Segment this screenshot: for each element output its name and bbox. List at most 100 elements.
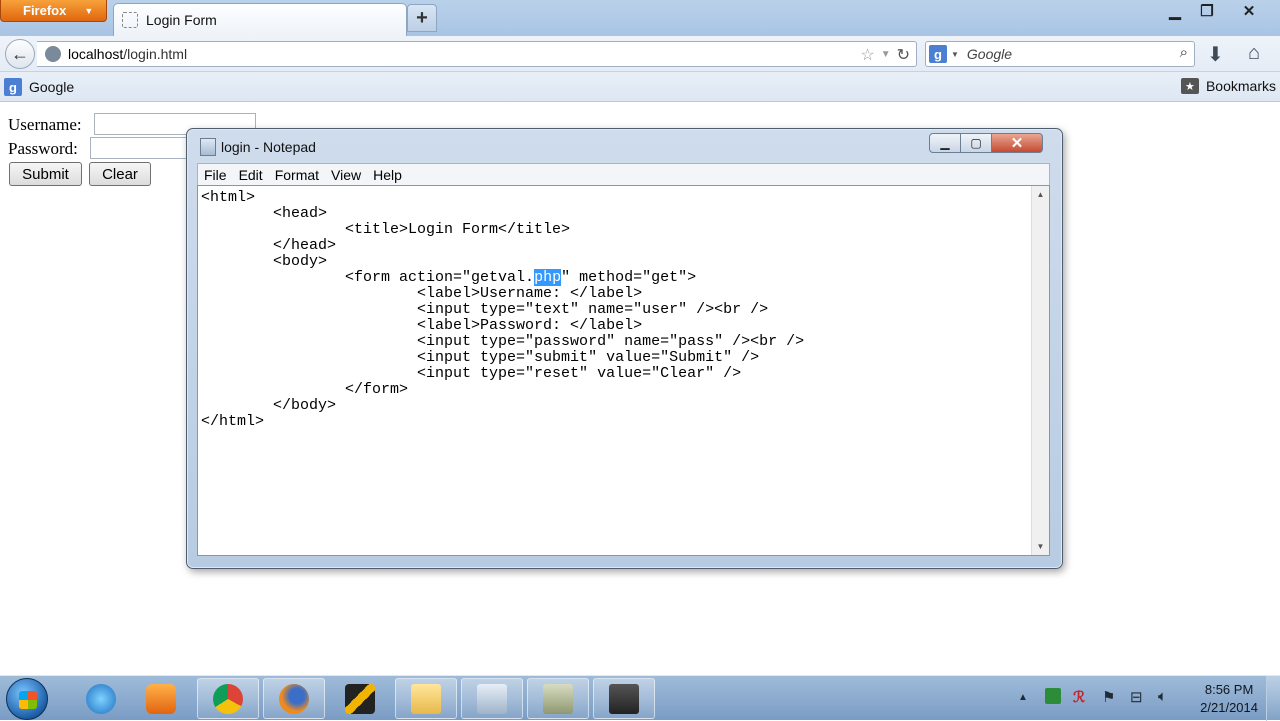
tab-title: Login Form <box>146 12 217 28</box>
scroll-down-icon[interactable]: ▼ <box>1032 538 1049 555</box>
media-player-icon <box>146 683 176 714</box>
submit-button[interactable]: Submit <box>9 162 82 186</box>
winamp-icon <box>345 683 375 714</box>
code-line-with-selection: <form action="getval.php" method="get"> <box>201 269 697 286</box>
taskbar-explorer[interactable] <box>395 678 457 719</box>
windows-start-button[interactable] <box>6 678 48 720</box>
chrome-icon <box>213 683 243 714</box>
history-dropdown-icon[interactable]: ▼ <box>881 45 891 65</box>
username-label: Username: <box>8 115 82 134</box>
firefox-menu-label: Firefox <box>23 3 67 18</box>
notepad-titlebar[interactable]: login - Notepad <box>200 138 316 156</box>
volume-icon[interactable]: 🔈︎ <box>1158 688 1167 705</box>
password-label: Password: <box>8 139 78 158</box>
bookmark-google-label: Google <box>29 79 75 95</box>
url-text: localhost/login.html <box>68 46 188 62</box>
url-bar[interactable]: localhost/login.html ☆ ▼ ↻ <box>37 41 917 67</box>
action-center-flag-icon[interactable]: ⚑ <box>1102 688 1115 706</box>
taskbar-app-3[interactable] <box>593 678 655 719</box>
taskbar-media-player[interactable] <box>130 678 192 719</box>
system-clock[interactable]: 8:56 PM 2/21/2014 <box>1200 681 1258 717</box>
tray-acrobat-icon[interactable]: ℛ <box>1073 688 1085 706</box>
notepad-text-area[interactable]: <html> <head> <title>Login Form</title> … <box>197 185 1050 556</box>
app-icon <box>477 683 507 714</box>
app-icon-3 <box>609 683 639 714</box>
bookmark-google[interactable]: g Google <box>4 78 74 96</box>
code-line: <html> <box>201 189 256 206</box>
menu-edit[interactable]: Edit <box>233 167 269 183</box>
taskbar-chrome[interactable] <box>197 678 259 719</box>
notepad-title: login - Notepad <box>221 139 316 155</box>
code-text[interactable]: <html> <head> <title>Login Form</title> … <box>201 190 804 430</box>
minimize-icon: ▁ <box>940 136 950 150</box>
firefox-menu-button[interactable]: Firefox ▼ <box>0 0 107 22</box>
magnifier-icon[interactable]: ⌕ <box>1180 44 1188 61</box>
show-desktop-button[interactable] <box>1266 676 1280 721</box>
menu-view[interactable]: View <box>325 167 367 183</box>
home-icon[interactable]: ⌂ <box>1248 42 1260 65</box>
vertical-scrollbar[interactable]: ▲ ▼ <box>1031 186 1049 555</box>
search-engine-dropdown-icon[interactable]: ▼ <box>951 50 959 59</box>
code-line: <input type="text" name="user" /><br /> <box>201 301 769 318</box>
code-line: </form> <box>201 381 409 398</box>
reload-icon[interactable]: ↻ <box>897 45 910 65</box>
text-selection: php <box>534 269 562 286</box>
tab-login-form[interactable]: Login Form <box>113 3 407 36</box>
notepad-maximize-button[interactable]: ▢ <box>960 133 992 153</box>
download-arrow-icon[interactable]: ⬇ <box>1207 42 1224 67</box>
clear-button[interactable]: Clear <box>89 162 151 186</box>
bookmarks-toolbar: g Google ★ Bookmarks <box>0 72 1280 102</box>
code-line: <input type="password" name="pass" /><br… <box>201 333 805 350</box>
tray-app-icon[interactable] <box>1045 688 1061 704</box>
globe-icon <box>45 46 61 62</box>
bookmarks-menu-label: Bookmarks <box>1205 78 1276 94</box>
scroll-up-icon[interactable]: ▲ <box>1032 186 1049 203</box>
menu-file[interactable]: File <box>198 167 233 183</box>
taskbar-ie[interactable] <box>70 678 132 719</box>
bookmark-star-icon[interactable]: ☆ <box>860 45 874 65</box>
clock-date: 2/21/2014 <box>1200 700 1258 715</box>
google-search-icon[interactable]: g <box>929 45 947 63</box>
restore-icon[interactable]: ❐ <box>1188 0 1226 22</box>
taskbar-firefox[interactable] <box>263 678 325 719</box>
code-line: <label>Username: </label> <box>201 285 643 302</box>
notepad-icon <box>200 138 216 156</box>
chevron-down-icon: ▼ <box>84 5 94 16</box>
bookmarks-menu-button[interactable]: ★ Bookmarks <box>1180 78 1276 94</box>
ie-icon <box>86 683 116 714</box>
back-button[interactable]: ← <box>5 39 35 69</box>
notepad-close-button[interactable]: ✕ <box>991 133 1043 153</box>
code-line: </head> <box>201 237 337 254</box>
code-line: </html> <box>201 413 265 430</box>
search-bar[interactable]: g ▼ Google ⌕ <box>925 41 1195 67</box>
close-icon[interactable]: ✕ <box>1230 0 1268 22</box>
code-line: </body> <box>201 397 337 414</box>
menu-help[interactable]: Help <box>367 167 408 183</box>
taskbar-notepad[interactable] <box>461 678 523 719</box>
network-icon[interactable]: ⊟ <box>1130 688 1143 706</box>
code-line: <head> <box>201 205 328 222</box>
app-icon-2 <box>543 683 573 714</box>
notepad-window[interactable]: login - Notepad ▁ ▢ ✕ File Edit Format V… <box>186 128 1063 569</box>
taskbar-winamp[interactable] <box>329 678 391 719</box>
close-icon: ✕ <box>1010 135 1024 152</box>
menu-format[interactable]: Format <box>269 167 325 183</box>
new-tab-button[interactable]: + <box>407 4 437 32</box>
notepad-menubar: File Edit Format View Help <box>197 163 1050 185</box>
firefox-icon <box>279 683 309 714</box>
folder-icon <box>411 683 441 714</box>
back-arrow-icon: ← <box>11 43 29 64</box>
windows-start-icon <box>19 691 37 709</box>
tray-expand-icon[interactable]: ▲ <box>1018 692 1028 703</box>
taskbar-app-2[interactable] <box>527 678 589 719</box>
navigation-toolbar: ← localhost/login.html ☆ ▼ ↻ g ▼ Google … <box>0 36 1280 72</box>
bookmarks-star-icon: ★ <box>1180 78 1199 94</box>
code-line: <title>Login Form</title> <box>201 221 571 238</box>
code-line: <input type="reset" value="Clear" /> <box>201 365 742 382</box>
notepad-minimize-button[interactable]: ▁ <box>929 133 961 153</box>
search-placeholder: Google <box>966 46 1013 62</box>
browser-titlebar: Firefox ▼ Login Form + ▁ ❐ ✕ <box>0 0 1280 36</box>
clock-time: 8:56 PM <box>1204 682 1254 697</box>
google-icon: g <box>4 78 22 96</box>
code-line: <label>Password: </label> <box>201 317 643 334</box>
